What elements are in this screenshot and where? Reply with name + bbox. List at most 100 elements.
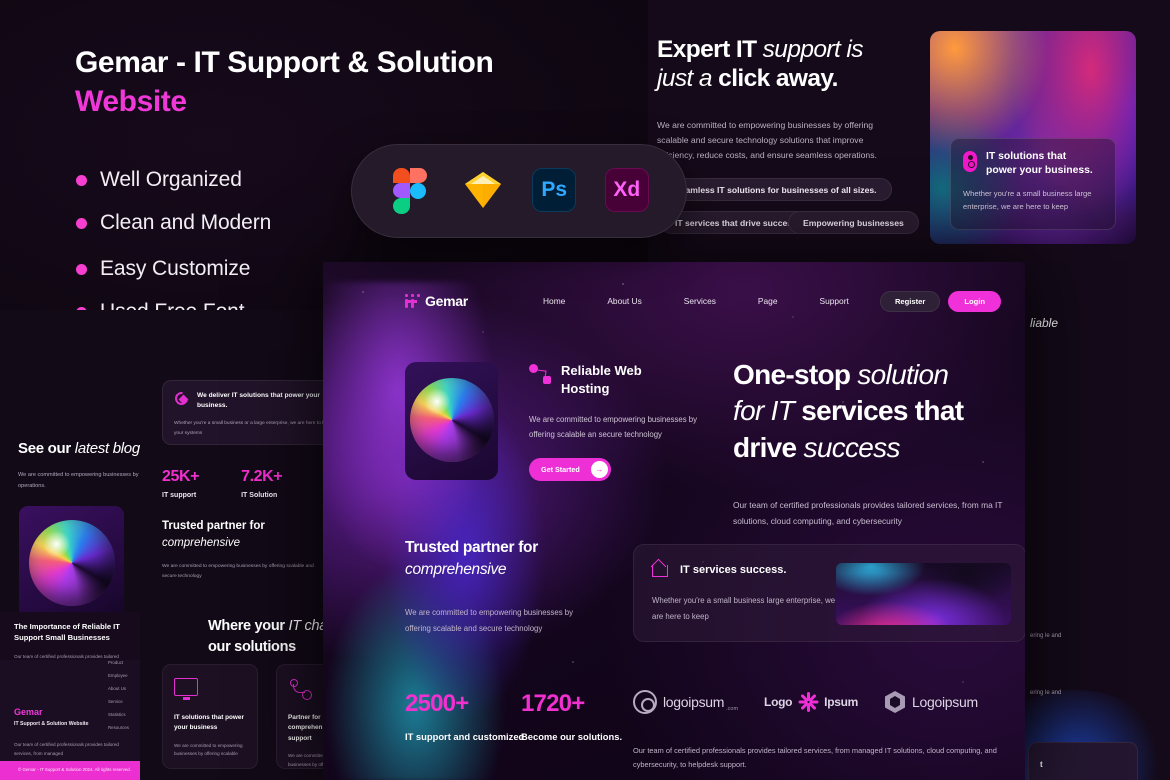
connection-nodes-icon <box>529 364 551 384</box>
monitor-icon <box>174 678 200 700</box>
stat-number: 25K+ <box>162 468 200 485</box>
right-partial-line-2: ering le and <box>1030 690 1062 696</box>
photoshop-icon: Ps <box>532 168 578 214</box>
mid-heading-em: comprehensive <box>162 536 240 549</box>
card-desc: We are committed to empowering businesse… <box>174 742 243 757</box>
hero-orb-thumbnail <box>405 362 498 480</box>
copyright-text: © Gemar - IT Support & Solution 2024. Al… <box>18 767 131 772</box>
hosting-card-paragraph: We are committed to empowering businesse… <box>529 414 697 440</box>
heading-part-2: click away. <box>718 64 838 92</box>
stat-number: 2500+ <box>405 690 469 717</box>
hosting-title-line-1: Reliable Web <box>561 363 642 378</box>
expert-it-heading: Expert IT support is just a click away. <box>657 36 902 94</box>
stat-number: 7.2K+ <box>241 468 283 485</box>
promo-subtitle: Website <box>75 85 187 118</box>
adobe-xd-icon: Xd <box>604 168 651 214</box>
stat-item: 7.2K+ IT Solution <box>241 468 283 499</box>
nav-actions: Register Login <box>879 290 1001 312</box>
feature-label: Clean and Modern <box>100 211 272 234</box>
hexagon-icon <box>884 690 906 714</box>
logo-strip-footer-text: Our team of certified professionals prov… <box>633 746 997 770</box>
login-button[interactable]: Login <box>948 290 1001 312</box>
mid-stats: 25K+ IT support 7.2K+ IT Solution <box>162 468 283 499</box>
figma-icon <box>387 168 433 214</box>
bullet-dot-icon <box>76 217 87 229</box>
hero-h-3-em: success <box>803 431 901 463</box>
title-line-2: power your business. <box>986 165 1093 177</box>
nav-item-about-us[interactable]: About Us <box>607 296 641 306</box>
screenshot-canvas: Gemar - IT Support & Solution Website We… <box>0 0 1170 780</box>
photoshop-label: Ps <box>532 168 577 212</box>
feature-label: Easy Customize <box>100 257 251 280</box>
hero-h-2-em: for IT <box>733 395 802 427</box>
stat-label: IT support <box>162 492 197 499</box>
nav-item-support[interactable]: Support <box>819 296 848 306</box>
blog-heading: See our latest blog <box>18 440 140 457</box>
feature-label: Well Organized <box>100 168 242 191</box>
stat-label: Become our solutions. <box>521 731 623 742</box>
site-navigation: Gemar Home About Us Services Page Suppor… <box>323 284 1025 318</box>
heading-part-2-em: just a <box>657 64 719 92</box>
brand-logo[interactable]: Gemar <box>405 293 468 309</box>
mid-paragraph: We are committed to empowering businesse… <box>162 564 314 580</box>
logo-text-a: Logo <box>764 695 793 709</box>
get-started-button[interactable]: Get Started → <box>529 458 611 482</box>
burst-icon <box>798 692 819 712</box>
card-title: IT solutions that power your business <box>174 714 244 732</box>
trusted-partner-heading: Trusted partner for comprehensive <box>405 537 538 582</box>
hero-heading: One-stop solution for IT services that d… <box>733 357 1025 466</box>
logo-text: logoipsum <box>663 694 725 710</box>
challenges-heading-b: our solutions <box>208 639 296 656</box>
main-stat-item: 1720+ Become our solutions. <box>521 690 622 744</box>
promo-title: Gemar - IT Support & Solution <box>75 46 494 79</box>
footer-brand: Gemar <box>14 707 43 717</box>
mid-heading: Trusted partner for comprehensive <box>162 518 265 551</box>
home-icon <box>652 562 670 578</box>
bullet-dot-icon <box>76 174 87 186</box>
arrow-right-icon: → <box>591 461 608 479</box>
challenges-heading-a: Where your <box>208 618 289 634</box>
logo-text: Logoipsum <box>912 694 978 710</box>
right-partial-heading: liable <box>1030 316 1059 330</box>
right-partial-panel: liable ering le and ering le and t rise, <box>1024 262 1170 780</box>
get-started-label: Get Started <box>541 465 580 475</box>
deliver-title: We deliver IT solutions that power your … <box>197 392 320 410</box>
heading-part-1-em: support is <box>762 36 864 63</box>
nav-item-home[interactable]: Home <box>543 296 565 306</box>
gradient-card-glass-panel: IT solutions that power your business. W… <box>950 138 1116 230</box>
reliable-web-hosting-card: Reliable Web Hosting We are committed to… <box>529 362 709 482</box>
xd-label: Xd <box>604 168 649 212</box>
hero-h-3: drive <box>733 431 804 463</box>
nav-item-services[interactable]: Services <box>684 296 716 306</box>
nav-links: Home About Us Services Page Support <box>543 296 849 306</box>
feature-card-it-solutions[interactable]: IT solutions that power your business We… <box>162 664 258 769</box>
right-partial-card-title: t <box>1040 760 1043 769</box>
stat-label: IT Solution <box>241 492 278 499</box>
network-node-icon <box>288 678 314 700</box>
article-title: The Importance of Reliable IT Support Sm… <box>14 622 120 643</box>
title-line-1: IT solutions that <box>986 151 1067 162</box>
tag-seamless-it[interactable]: Seamless IT solutions for businesses of … <box>660 178 892 201</box>
register-button[interactable]: Register <box>879 290 941 312</box>
design-tools-pill: Ps Xd <box>351 144 687 238</box>
logo-text-b: Ipsum <box>824 695 859 709</box>
hero-h-2: services that <box>801 395 964 427</box>
gemar-logo-icon <box>405 294 420 308</box>
gradient-card-desc: Whether you're a small business large en… <box>963 189 1092 212</box>
deliver-desc: Whether you're a small business or a lar… <box>174 421 333 436</box>
it-services-success-card: IT services success. Whether you're a sm… <box>633 544 1025 642</box>
logo-domain: .com <box>726 706 739 712</box>
hosting-title-line-2: Hosting <box>561 381 610 397</box>
blog-heading-em: latest blog <box>74 440 140 457</box>
main-stat-item: 2500+ IT support and customized <box>405 690 524 744</box>
main-website-mockup: Gemar Home About Us Services Page Suppor… <box>323 262 1025 780</box>
trusted-heading-em: comprehensive <box>405 561 507 579</box>
nav-item-page[interactable]: Page <box>758 296 778 306</box>
expert-it-paragraph: We are committed to empowering businesse… <box>657 120 877 160</box>
stat-number: 1720+ <box>521 690 585 717</box>
mid-heading-a: Trusted partner for <box>162 520 265 532</box>
logo-logoipsum-spiral: logoipsum .com <box>633 690 738 714</box>
spiral-icon <box>633 690 657 714</box>
server-icon <box>963 151 977 172</box>
tag-empowering[interactable]: Empowering businesses <box>788 211 919 234</box>
